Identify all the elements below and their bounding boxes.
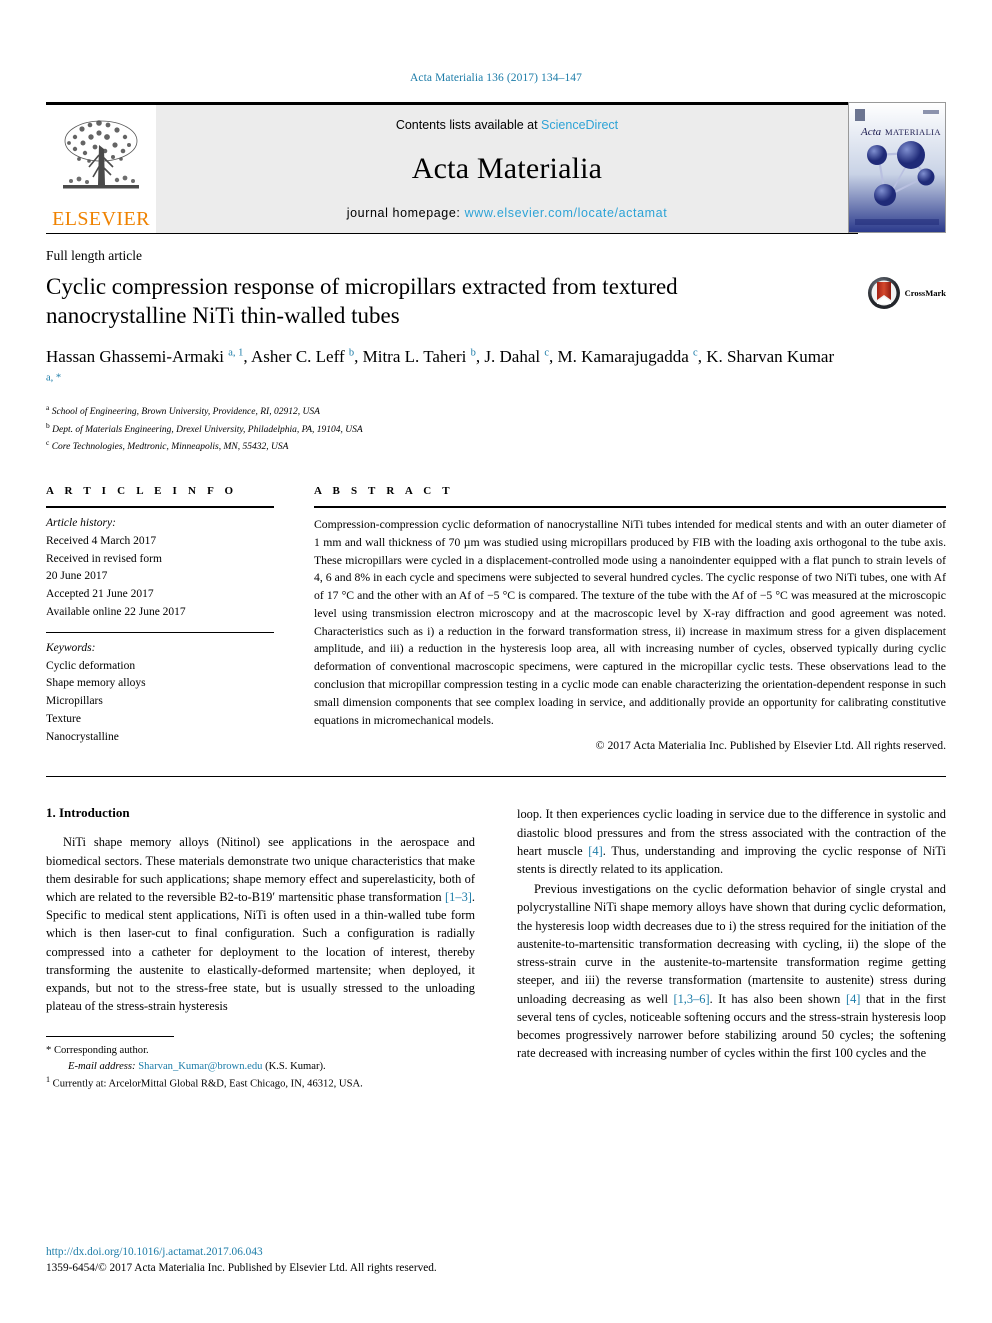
- keyword-item: Shape memory alloys: [46, 677, 146, 690]
- keywords-block: Keywords: Cyclic deformation Shape memor…: [46, 640, 274, 747]
- elsevier-logo: ELSEVIER: [46, 105, 156, 233]
- keyword-item: Micropillars: [46, 695, 103, 708]
- body-column-right: loop. It then experiences cyclic loading…: [517, 805, 946, 1093]
- info-abstract-block: A R T I C L E I N F O Article history: R…: [46, 485, 946, 752]
- issn-copyright-line: 1359-6454/© 2017 Acta Materialia Inc. Pu…: [46, 1262, 437, 1275]
- abstract-column: A B S T R A C T Compression-compression …: [314, 485, 946, 752]
- masthead-bottom-rule: [46, 233, 858, 234]
- svg-text:Acta: Acta: [860, 126, 882, 138]
- history-item: Available online 22 June 2017: [46, 606, 186, 618]
- affiliation-text: School of Engineering, Brown University,…: [51, 407, 320, 418]
- contents-available-line: Contents lists available at ScienceDirec…: [396, 118, 618, 132]
- article-type-label: Full length article: [46, 248, 142, 263]
- running-head: Acta Materialia 136 (2017) 134–147: [409, 72, 583, 84]
- article-info-heading: A R T I C L E I N F O: [46, 484, 238, 497]
- journal-cover-art: Acta MATERIALIA: [849, 103, 945, 232]
- body-column-left: 1. Introduction NiTi shape memory alloys…: [46, 805, 475, 1093]
- page-footer: http://dx.doi.org/10.1016/j.actamat.2017…: [46, 1245, 486, 1277]
- author-list: Hassan Ghassemi-Armaki a, 1, Asher C. Le…: [46, 346, 835, 383]
- email-link[interactable]: Sharvan_Kumar@brown.edu: [138, 1061, 262, 1072]
- doi-link[interactable]: http://dx.doi.org/10.1016/j.actamat.2017…: [46, 1245, 486, 1261]
- footnote-marker: 1: [46, 1075, 50, 1085]
- affiliation-text: Dept. of Materials Engineering, Drexel U…: [52, 424, 363, 435]
- history-item: Accepted 21 June 2017: [46, 588, 154, 601]
- elsevier-tree-icon: [63, 120, 139, 189]
- affiliation-item: c Core Technologies, Medtronic, Minneapo…: [46, 437, 946, 455]
- affiliation-marker: a: [46, 403, 50, 413]
- article-page: Acta Materialia 136 (2017) 134–147 ELSEV…: [0, 0, 992, 1323]
- journal-homepage-line: journal homepage: www.elsevier.com/locat…: [347, 206, 668, 220]
- footnotes-block: * Corresponding author. E-mail address: …: [46, 1035, 475, 1093]
- footnote-current-address: 1 Currently at: ArcelorMittal Global R&D…: [46, 1074, 475, 1092]
- crossmark-badge[interactable]: CrossMark: [867, 272, 946, 310]
- affiliation-list: a School of Engineering, Brown Universit…: [46, 402, 946, 455]
- affiliation-item: b Dept. of Materials Engineering, Drexel…: [46, 420, 946, 438]
- abstract-heading: A B S T R A C T: [314, 484, 454, 497]
- body-paragraph: Previous investigations on the cyclic de…: [517, 882, 947, 1061]
- footnote-email: E-mail address: Sharvan_Kumar@brown.edu …: [46, 1059, 475, 1075]
- history-item: 20 June 2017: [46, 570, 108, 583]
- title-row: Cyclic compression response of micropill…: [46, 272, 946, 331]
- abstract-rule: [314, 505, 946, 508]
- affiliation-marker: c: [46, 438, 50, 448]
- elsevier-wordmark: ELSEVIER: [52, 208, 150, 230]
- journal-cover-thumbnail: Acta MATERIALIA: [848, 102, 946, 233]
- affiliation-text: Core Technologies, Medtronic, Minneapoli…: [51, 442, 289, 453]
- article-info-rule: [46, 505, 274, 508]
- contents-prefix: Contents lists available at: [395, 118, 542, 132]
- affiliation-marker: b: [46, 420, 50, 430]
- body-columns: 1. Introduction NiTi shape memory alloys…: [46, 805, 946, 1093]
- citation-link[interactable]: [4]: [588, 844, 602, 858]
- citation-link[interactable]: [4]: [846, 992, 860, 1006]
- email-label: E-mail address:: [68, 1060, 136, 1072]
- journal-masthead: ELSEVIER Contents lists available at Sci…: [46, 102, 946, 234]
- article-history: Article history: Received 4 March 2017 R…: [46, 515, 274, 622]
- crossmark-icon: [867, 277, 900, 309]
- keywords-rule: [46, 631, 274, 633]
- sciencedirect-link[interactable]: ScienceDirect: [541, 118, 618, 132]
- citation-link[interactable]: [1,3–6]: [673, 992, 709, 1006]
- section-heading-introduction: 1. Introduction: [46, 805, 130, 821]
- page-title: Cyclic compression response of micropill…: [46, 274, 678, 329]
- history-item: Received in revised form: [46, 552, 162, 565]
- footnote-rule: [46, 1035, 174, 1037]
- svg-text:MATERIALIA: MATERIALIA: [885, 127, 941, 137]
- citation-link[interactable]: [1–3]: [445, 890, 472, 904]
- masthead-center: Contents lists available at ScienceDirec…: [156, 105, 858, 233]
- crossmark-label: CrossMark: [904, 288, 946, 298]
- journal-title: Acta Materialia: [411, 152, 603, 185]
- journal-homepage-link[interactable]: www.elsevier.com/locate/actamat: [465, 206, 668, 220]
- email-owner: (K.S. Kumar).: [265, 1060, 326, 1072]
- keyword-item: Nanocrystalline: [46, 730, 119, 743]
- history-item: Received 4 March 2017: [46, 534, 157, 547]
- footnote-corresponding-author: * Corresponding author.: [46, 1044, 149, 1056]
- keyword-item: Texture: [46, 713, 81, 726]
- abstract-copyright: © 2017 Acta Materialia Inc. Published by…: [595, 739, 946, 753]
- footnote-text: Currently at: ArcelorMittal Global R&D, …: [52, 1078, 363, 1090]
- affiliation-item: a School of Engineering, Brown Universit…: [46, 402, 946, 420]
- body-separator-rule: [46, 776, 946, 778]
- abstract-text: Compression-compression cyclic deformati…: [314, 517, 946, 727]
- homepage-prefix: journal homepage:: [346, 206, 465, 220]
- keyword-item: Cyclic deformation: [46, 659, 136, 672]
- keywords-label: Keywords:: [46, 641, 96, 654]
- article-history-label: Article history:: [46, 516, 116, 529]
- body-paragraph: NiTi shape memory alloys (Nitinol) see a…: [46, 835, 475, 1014]
- body-paragraph: loop. It then experiences cyclic loading…: [517, 807, 946, 877]
- article-info-column: A R T I C L E I N F O Article history: R…: [46, 485, 274, 752]
